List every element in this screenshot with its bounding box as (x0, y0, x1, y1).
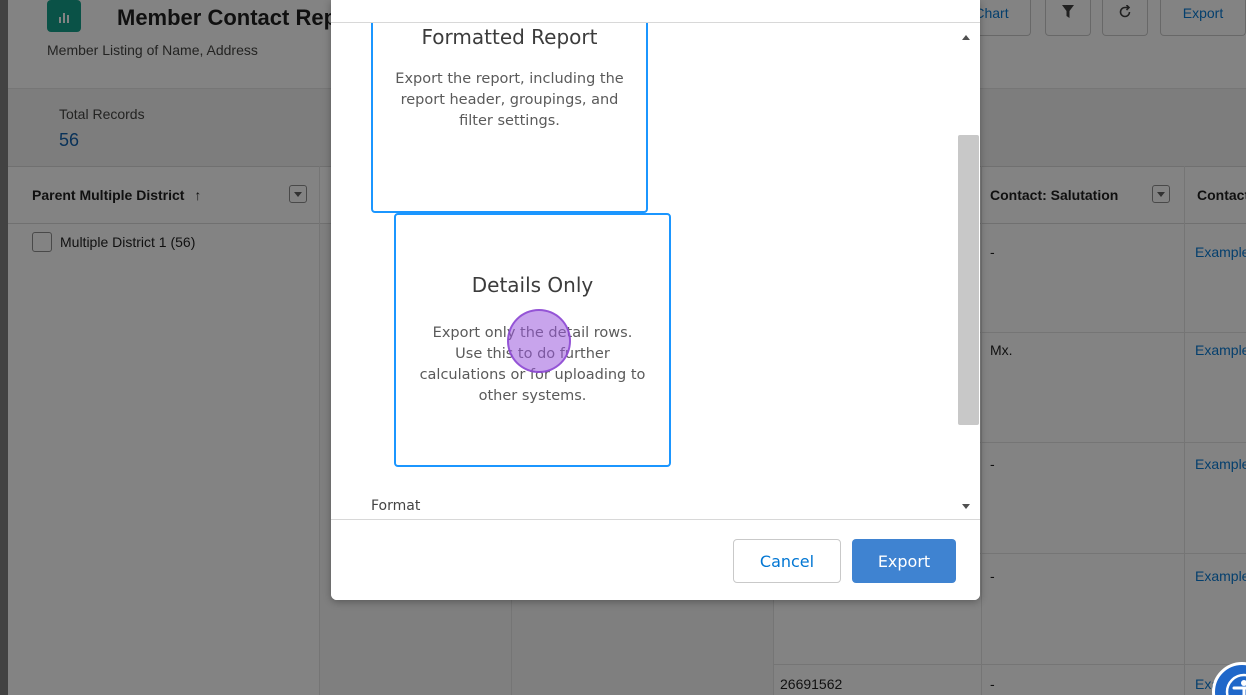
option-description: Export the report, including the report … (395, 71, 624, 129)
scrollbar-thumb[interactable] (958, 135, 979, 425)
modal-body: Formatted Report Export the report, incl… (331, 23, 980, 519)
scroll-up-icon[interactable] (962, 35, 970, 40)
export-modal: Formatted Report Export the report, incl… (331, 0, 980, 600)
scroll-down-icon[interactable] (962, 504, 970, 509)
modal-footer: Cancel Export (331, 519, 980, 600)
formatted-report-option[interactable]: Formatted Report Export the report, incl… (371, 23, 648, 213)
option-title: Formatted Report (421, 25, 598, 49)
click-indicator (507, 309, 571, 373)
format-label: Format (371, 498, 421, 514)
option-title: Details Only (471, 273, 594, 297)
accessibility-icon (1225, 673, 1246, 695)
cancel-button[interactable]: Cancel (733, 539, 841, 583)
export-button[interactable]: Export (852, 539, 956, 583)
